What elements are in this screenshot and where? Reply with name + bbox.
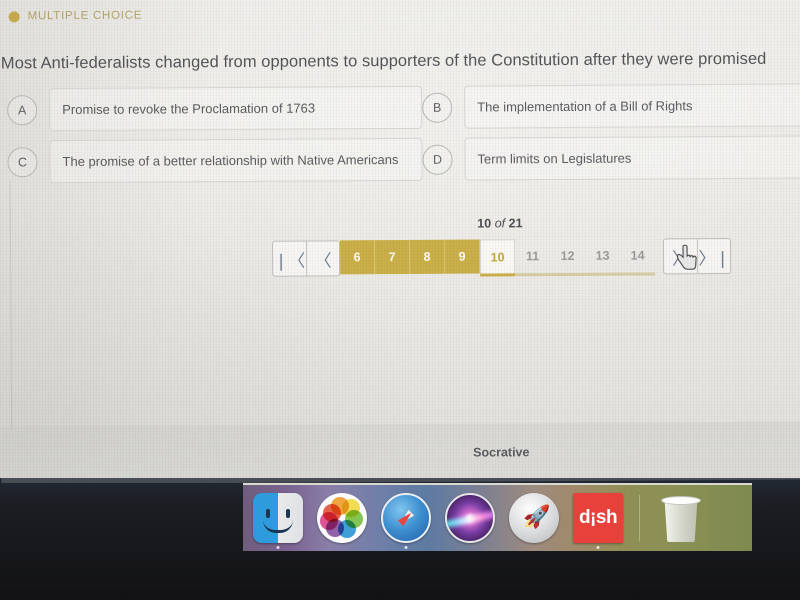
next-page-icon[interactable]: 〉 xyxy=(663,239,698,274)
pagination-control: ❘〈 〈 6 7 8 9 10 11 12 13 14 〉 〉❘ xyxy=(271,237,732,278)
page-number-list: 6 7 8 9 10 11 12 13 14 xyxy=(339,238,655,275)
content-edge-rule xyxy=(9,180,13,431)
answer-letter-b: B xyxy=(422,92,453,123)
dock-separator xyxy=(639,495,640,541)
answer-choice-a[interactable]: A Promise to revoke the Proclamation of … xyxy=(7,85,423,132)
macos-dock: 🚀 d¡sh xyxy=(243,483,752,551)
question-type-dot-icon xyxy=(8,10,20,22)
first-page-icon[interactable]: ❘〈 xyxy=(272,241,307,276)
answer-text-b: The implementation of a Bill of Rights xyxy=(464,83,800,129)
page-progress-underline xyxy=(340,272,656,277)
desktop-area: er- er xyxy=(0,478,800,600)
dock-item-dish[interactable]: d¡sh xyxy=(571,491,625,549)
dock-item-safari[interactable] xyxy=(379,491,433,549)
dock-running-dot xyxy=(404,546,408,549)
launchpad-icon: 🚀 xyxy=(509,493,559,543)
question-type-badge: MULTIPLE CHOICE xyxy=(8,9,143,23)
previous-page-icon[interactable]: 〈 xyxy=(305,241,340,276)
answer-text-c: The promise of a better relationship wit… xyxy=(49,137,423,184)
dock-item-launchpad[interactable]: 🚀 xyxy=(507,491,561,545)
answer-choice-d[interactable]: D Term limits on Legislatures xyxy=(422,135,800,181)
answer-text-d: Term limits on Legislatures xyxy=(464,135,800,181)
dock-item-trash[interactable] xyxy=(654,491,708,545)
dish-app-icon: d¡sh xyxy=(573,493,623,543)
page-number-7[interactable]: 7 xyxy=(374,239,411,275)
answer-letter-d: D xyxy=(422,144,453,175)
dish-app-wordmark: d¡sh xyxy=(578,507,618,528)
pagination-next-group: 〉 〉❘ xyxy=(662,237,732,275)
photos-icon xyxy=(317,493,367,543)
page-counter: 10 of 21 xyxy=(0,213,800,233)
dock-running-dot xyxy=(596,546,600,549)
trash-icon xyxy=(659,493,703,543)
page-counter-current: 10 xyxy=(477,216,492,231)
laptop-screen-photo: MULTIPLE CHOICE Most Anti-federalists ch… xyxy=(0,0,800,600)
page-number-13[interactable]: 13 xyxy=(585,239,620,273)
siri-icon xyxy=(445,493,495,543)
page-number-6[interactable]: 6 xyxy=(339,240,376,275)
page-number-8[interactable]: 8 xyxy=(409,239,446,274)
laptop-display: MULTIPLE CHOICE Most Anti-federalists ch… xyxy=(0,0,800,483)
dock-running-dot xyxy=(276,546,280,549)
dock-item-finder[interactable] xyxy=(251,491,305,549)
question-type-label: MULTIPLE CHOICE xyxy=(27,9,143,23)
page-number-11[interactable]: 11 xyxy=(515,239,550,273)
page-number-14[interactable]: 14 xyxy=(620,238,655,272)
question-prompt: Most Anti-federalists changed from oppon… xyxy=(0,49,767,73)
dock-item-photos[interactable] xyxy=(315,491,369,545)
answer-row: A Promise to revoke the Proclamation of … xyxy=(7,83,800,132)
pagination-prev-group: ❘〈 〈 xyxy=(271,240,341,277)
safari-icon xyxy=(381,493,431,543)
answer-choices: A Promise to revoke the Proclamation of … xyxy=(7,83,800,192)
page-number-12[interactable]: 12 xyxy=(550,239,585,273)
socrative-quiz-app: MULTIPLE CHOICE Most Anti-federalists ch… xyxy=(0,0,800,483)
last-page-icon[interactable]: 〉❘ xyxy=(696,238,731,274)
answer-letter-c: C xyxy=(7,146,38,177)
answer-choice-c[interactable]: C The promise of a better relationship w… xyxy=(7,137,423,184)
answer-choice-b[interactable]: B The implementation of a Bill of Rights xyxy=(422,83,800,129)
dock-item-siri[interactable] xyxy=(443,491,497,545)
page-counter-total: 21 xyxy=(508,216,523,231)
page-number-track: 6 7 8 9 10 11 12 13 14 xyxy=(339,238,656,277)
page-number-9[interactable]: 9 xyxy=(444,239,481,274)
finder-icon xyxy=(253,493,303,543)
answer-row: C The promise of a better relationship w… xyxy=(7,135,800,184)
answer-letter-a: A xyxy=(7,94,38,125)
page-counter-of: of xyxy=(494,216,506,231)
answer-text-a: Promise to revoke the Proclamation of 17… xyxy=(49,85,423,132)
page-number-10[interactable]: 10 xyxy=(479,239,516,274)
